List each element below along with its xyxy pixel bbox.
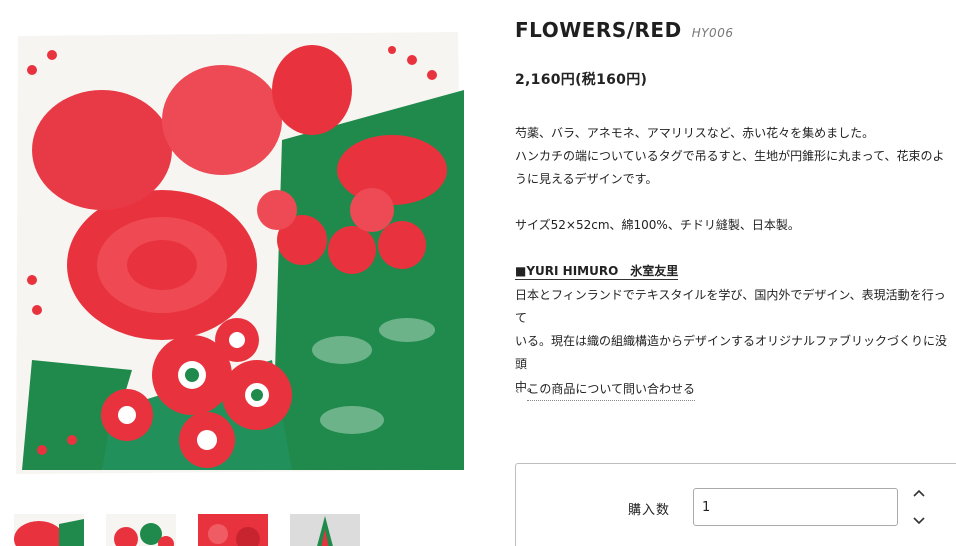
quantity-input[interactable] — [693, 488, 898, 526]
product-sku: HY006 — [691, 26, 734, 40]
description-line: 芍薬、バラ、アネモネ、アマリリスなど、赤い花々を集めました。 — [515, 126, 875, 140]
quantity-label: 購入数 — [628, 503, 671, 518]
chevron-up-icon[interactable] — [912, 488, 926, 498]
thumbnail-3[interactable] — [198, 514, 268, 546]
thumbnail-strip — [14, 514, 360, 546]
description-line: ハンカチの端についているタグで吊るすと、生地が円錐形に丸まって、花束のよ — [515, 149, 945, 163]
title-row: FLOWERS/RED HY006 — [515, 18, 733, 42]
product-price: 2,160円(税160円) — [515, 72, 648, 88]
flowers-red-handkerchief-illustration — [12, 30, 464, 475]
thumbnail-2[interactable] — [106, 514, 176, 546]
chevron-down-icon[interactable] — [912, 516, 926, 526]
thumbnail-image — [106, 514, 176, 546]
designer-heading: ■YURI HIMURO 氷室友里 — [515, 264, 679, 280]
inquiry-link[interactable]: ‹ この商品について問い合わせる — [515, 380, 696, 401]
thumbnail-image — [198, 514, 268, 546]
description-line: うに見えるデザインです。 — [515, 172, 658, 186]
thumbnail-image — [14, 514, 84, 546]
designer-bio-line: 日本とフィンランドでテキスタイルを学び、国内外でデザイン、表現活動を行って — [515, 288, 946, 325]
thumbnail-4[interactable] — [290, 514, 360, 546]
designer-bio-line: いる。現在は織の組織構造からデザインするオリジナルファブリックづくりに没頭 — [515, 334, 948, 371]
product-title: FLOWERS/RED — [515, 18, 682, 42]
product-page: FLOWERS/RED HY006 2,160円(税160円) 芍薬、バラ、アネ… — [0, 0, 956, 546]
product-spec: サイズ52×52cm、綿100%、チドリ縫製、日本製。 — [515, 218, 800, 232]
inquiry-label: この商品について問い合わせる — [527, 380, 696, 401]
quantity-stepper — [911, 488, 927, 526]
product-description: 芍薬、バラ、アネモネ、アマリリスなど、赤い花々を集めました。 ハンカチの端につい… — [515, 122, 955, 399]
thumbnail-1[interactable] — [14, 514, 84, 546]
chevron-left-icon: ‹ — [515, 384, 520, 397]
main-product-image[interactable] — [12, 30, 464, 475]
cart-box: 購入数 — [515, 463, 956, 546]
thumbnail-image — [290, 514, 360, 546]
